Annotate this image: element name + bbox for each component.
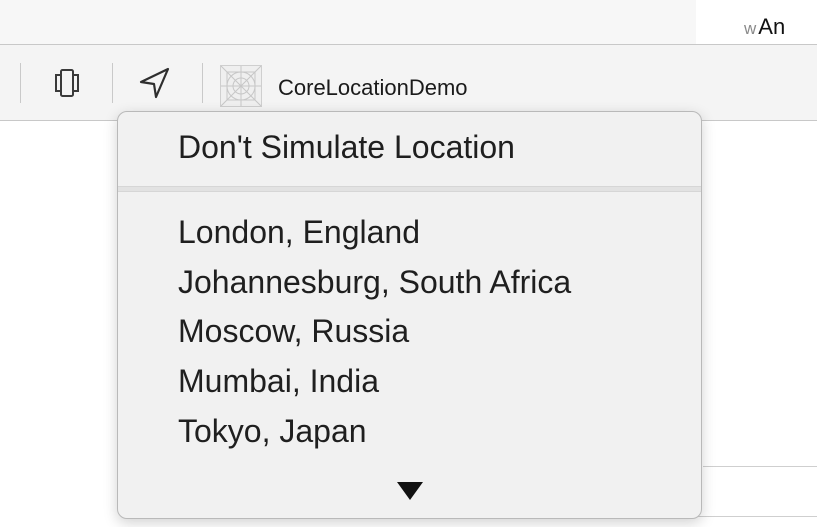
menu-item-dont-simulate[interactable]: Don't Simulate Location (178, 129, 515, 166)
toolbar-divider (112, 63, 113, 103)
editor-partial-text: wAn (744, 14, 785, 40)
menu-item-location[interactable]: Tokyo, Japan (178, 413, 367, 450)
device-frame-icon[interactable] (47, 63, 87, 103)
content-divider (703, 466, 817, 467)
window-top-strip: wAn (0, 0, 817, 44)
menu-item-location[interactable]: London, England (178, 214, 420, 251)
menu-item-location[interactable]: Johannesburg, South Africa (178, 264, 571, 301)
location-arrow-icon[interactable] (135, 63, 175, 103)
toolbar-divider (202, 63, 203, 103)
menu-item-location[interactable]: Moscow, Russia (178, 313, 409, 350)
scheme-name-label[interactable]: CoreLocationDemo (278, 75, 468, 101)
menu-separator (118, 186, 701, 192)
app-icon-placeholder[interactable] (220, 65, 262, 107)
scroll-down-arrow-icon[interactable] (397, 482, 423, 500)
menu-item-location[interactable]: Mumbai, India (178, 363, 379, 400)
debug-toolbar: CoreLocationDemo (0, 45, 817, 120)
editor-partial-word: An (758, 14, 786, 39)
toolbar-divider (20, 63, 21, 103)
simulate-location-menu: Don't Simulate Location London, England … (117, 111, 702, 519)
editor-partial-prefix: w (744, 19, 757, 38)
